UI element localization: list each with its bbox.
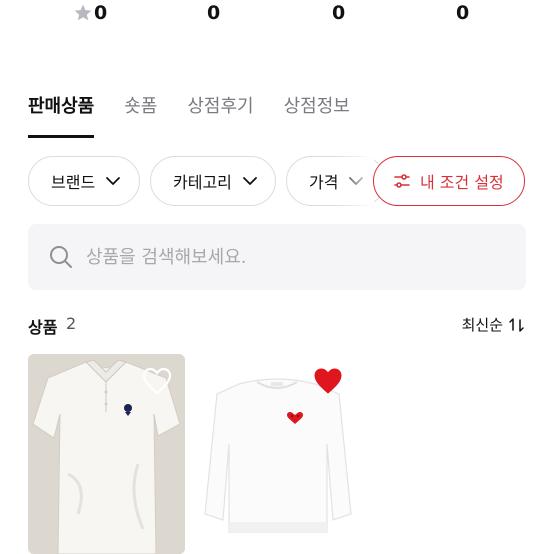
rating-stat: 0 [73,2,107,24]
stat-2: 0 [207,2,220,24]
stat-4-value: 0 [456,2,470,24]
search-icon [50,246,72,268]
brand-filter-chip[interactable]: 브랜드 [28,156,140,206]
heart-outline-icon[interactable] [141,366,173,396]
products-header: 상품 2 최신순 [28,314,526,338]
chevron-down-icon [242,177,257,185]
tab-reviews[interactable]: 상점후기 [187,92,253,138]
star-icon [74,4,92,21]
product-card[interactable] [28,354,185,554]
chevron-down-icon [106,177,121,185]
shop-tabs: 판매상품 숏폼 상점후기 상점정보 [28,92,380,140]
category-filter-label: 카테고리 [173,173,232,192]
sort-button[interactable]: 최신순 [462,314,526,335]
search-input[interactable] [86,246,486,268]
brand-filter-label: 브랜드 [51,173,96,192]
products-title: 상품 [28,318,58,337]
category-filter-chip[interactable]: 카테고리 [150,156,276,206]
sort-arrows-icon [509,317,524,332]
tab-shortform[interactable]: 숏폼 [124,92,157,138]
tab-products[interactable]: 판매상품 [28,92,95,138]
filter-bar: 브랜드 카테고리 가격 내 조건 설정 [28,156,554,206]
custom-filter-button[interactable]: 내 조건 설정 [373,156,525,206]
custom-filter-label: 내 조건 설정 [420,173,504,192]
stat-3-value: 0 [332,2,346,24]
sort-label: 최신순 [461,316,503,334]
stat-3: 0 [332,2,345,24]
chip-fade [334,156,374,206]
sliders-icon [394,174,410,188]
product-card[interactable] [199,354,356,554]
rating-value: 0 [94,2,108,24]
search-box[interactable] [28,224,526,290]
shop-stats: 0 0 0 0 [0,0,554,30]
heart-filled-icon[interactable] [312,366,344,396]
stat-2-value: 0 [207,2,221,24]
tab-shop-info[interactable]: 상점정보 [284,92,350,138]
products-count: 2 [66,314,77,333]
stat-4: 0 [456,2,469,24]
